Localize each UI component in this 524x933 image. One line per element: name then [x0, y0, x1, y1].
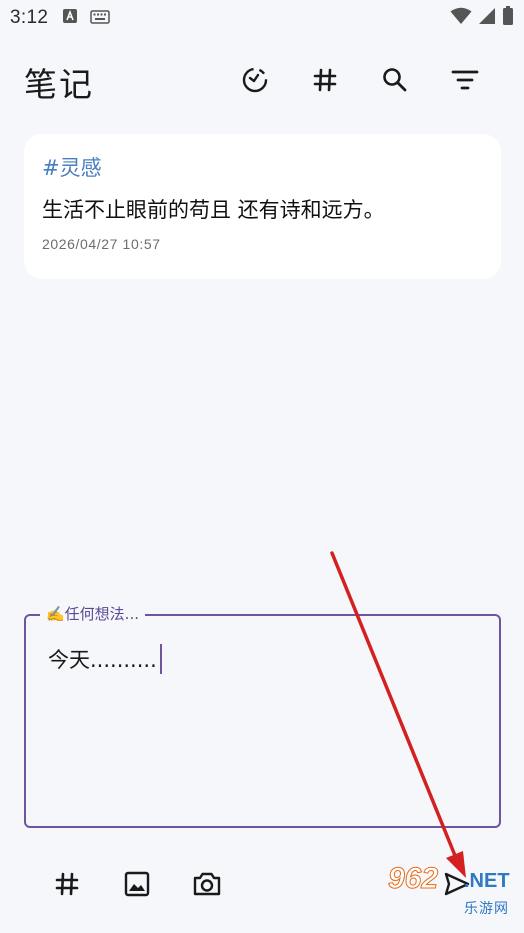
filter-icon	[451, 68, 479, 96]
wifi-icon	[450, 7, 472, 29]
note-input-label: ✍️任何想法...	[40, 603, 145, 624]
battery-icon	[502, 6, 514, 30]
note-card[interactable]: #灵感 生活不止眼前的苟且 还有诗和远方。 2026/04/27 10:57	[24, 134, 501, 279]
watermark-suffix: .NET	[464, 870, 510, 892]
insert-image-button[interactable]	[102, 858, 172, 914]
app-actions	[220, 54, 500, 110]
tags-button[interactable]	[290, 54, 360, 110]
note-input-value: 今天..........	[48, 648, 157, 672]
watermark-number: 962	[387, 862, 439, 896]
status-bar: 3:12	[0, 0, 524, 36]
app-bar: 笔记	[0, 50, 524, 114]
status-time: 3:12	[10, 7, 49, 28]
keyboard-icon	[90, 9, 110, 28]
note-input-text[interactable]: 今天..........	[48, 644, 162, 674]
page-title: 笔记	[24, 65, 94, 104]
note-content: 生活不止眼前的苟且 还有诗和远方。	[42, 198, 385, 222]
review-button[interactable]	[220, 54, 290, 110]
review-icon	[241, 66, 269, 98]
filter-button[interactable]	[430, 54, 500, 110]
note-input[interactable]: ✍️任何想法... 今天..........	[24, 603, 501, 828]
camera-icon	[192, 870, 222, 902]
search-icon	[381, 66, 409, 98]
note-tag[interactable]: #灵感	[42, 152, 483, 182]
hashtag-icon	[312, 67, 338, 97]
insert-tag-button[interactable]	[32, 858, 102, 914]
signal-icon	[478, 7, 496, 29]
hashtag-icon	[54, 871, 80, 901]
camera-button[interactable]	[172, 858, 242, 914]
watermark-logo: 962 .NET 乐游网	[387, 862, 520, 930]
search-button[interactable]	[360, 54, 430, 110]
text-caret	[159, 644, 162, 674]
image-icon	[123, 870, 151, 902]
note-date: 2026/04/27 10:57	[42, 236, 161, 252]
watermark-subtitle: 乐游网	[464, 901, 509, 917]
a-icon	[62, 8, 78, 28]
